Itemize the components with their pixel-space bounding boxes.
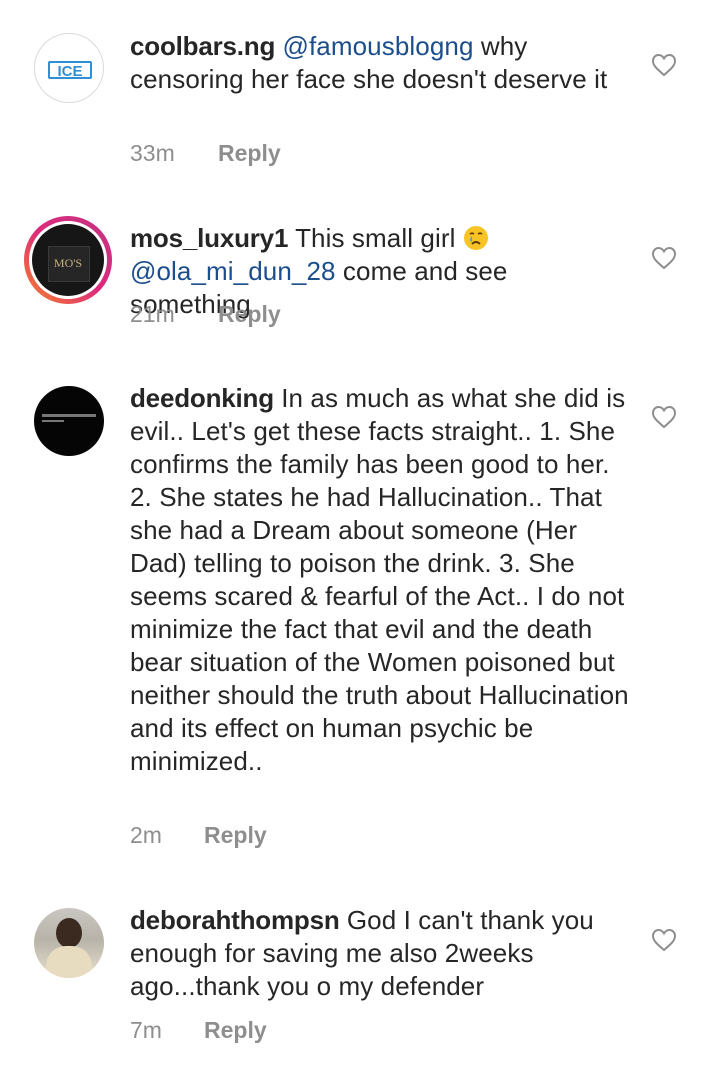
comment-username[interactable]: deedonking <box>130 383 274 413</box>
mention-link[interactable]: @famousblogng <box>282 31 473 61</box>
avatar-inner: MO'S <box>29 221 107 299</box>
comment-meta: 7m Reply <box>130 1017 267 1044</box>
like-heart-icon[interactable] <box>651 246 677 270</box>
comment-text: coolbars.ng @famousblogng why censoring … <box>130 30 630 96</box>
crying-face-emoji-icon <box>463 226 488 250</box>
comment-username[interactable]: mos_luxury1 <box>130 223 288 253</box>
comment-timestamp: 21m <box>130 301 175 327</box>
avatar[interactable] <box>34 908 104 978</box>
avatar-tiny-text <box>42 414 96 417</box>
avatar-brand-text: MO'S <box>53 256 83 270</box>
comment-body: In as much as what she did is evil.. Let… <box>130 383 629 776</box>
comment-timestamp: 33m <box>130 140 175 166</box>
avatar-image: MO'S <box>32 224 104 296</box>
like-heart-icon[interactable] <box>651 53 677 77</box>
comment-timestamp: 7m <box>130 1017 162 1043</box>
comment-body: This small girl <box>288 223 463 253</box>
avatar-body <box>46 946 92 978</box>
comment-meta: 21m Reply <box>130 301 281 328</box>
reply-button[interactable]: Reply <box>218 140 281 167</box>
mention-link[interactable]: @ola_mi_dun_28 <box>130 256 336 286</box>
reply-button[interactable]: Reply <box>218 301 281 328</box>
avatar-face <box>56 918 82 948</box>
avatar[interactable] <box>34 386 104 456</box>
comment-meta: 2m Reply <box>130 822 267 849</box>
avatar[interactable]: ICE <box>34 33 104 103</box>
comment-text: deborahthompsn God I can't thank you eno… <box>130 904 630 1003</box>
svg-text:ICE: ICE <box>57 63 82 80</box>
like-heart-icon[interactable] <box>651 405 677 429</box>
comment-meta: 33m Reply <box>130 140 281 167</box>
avatar-tiny-text <box>42 420 64 422</box>
comment-text: deedonking In as much as what she did is… <box>130 382 630 778</box>
comment-username[interactable]: deborahthompsn <box>130 905 340 935</box>
ice-logo-icon: ICE <box>48 61 92 80</box>
comment-timestamp: 2m <box>130 822 162 848</box>
like-heart-icon[interactable] <box>651 928 677 952</box>
avatar[interactable]: MO'S <box>24 216 112 304</box>
reply-button[interactable]: Reply <box>204 1017 267 1044</box>
reply-button[interactable]: Reply <box>204 822 267 849</box>
comment-username[interactable]: coolbars.ng <box>130 31 275 61</box>
